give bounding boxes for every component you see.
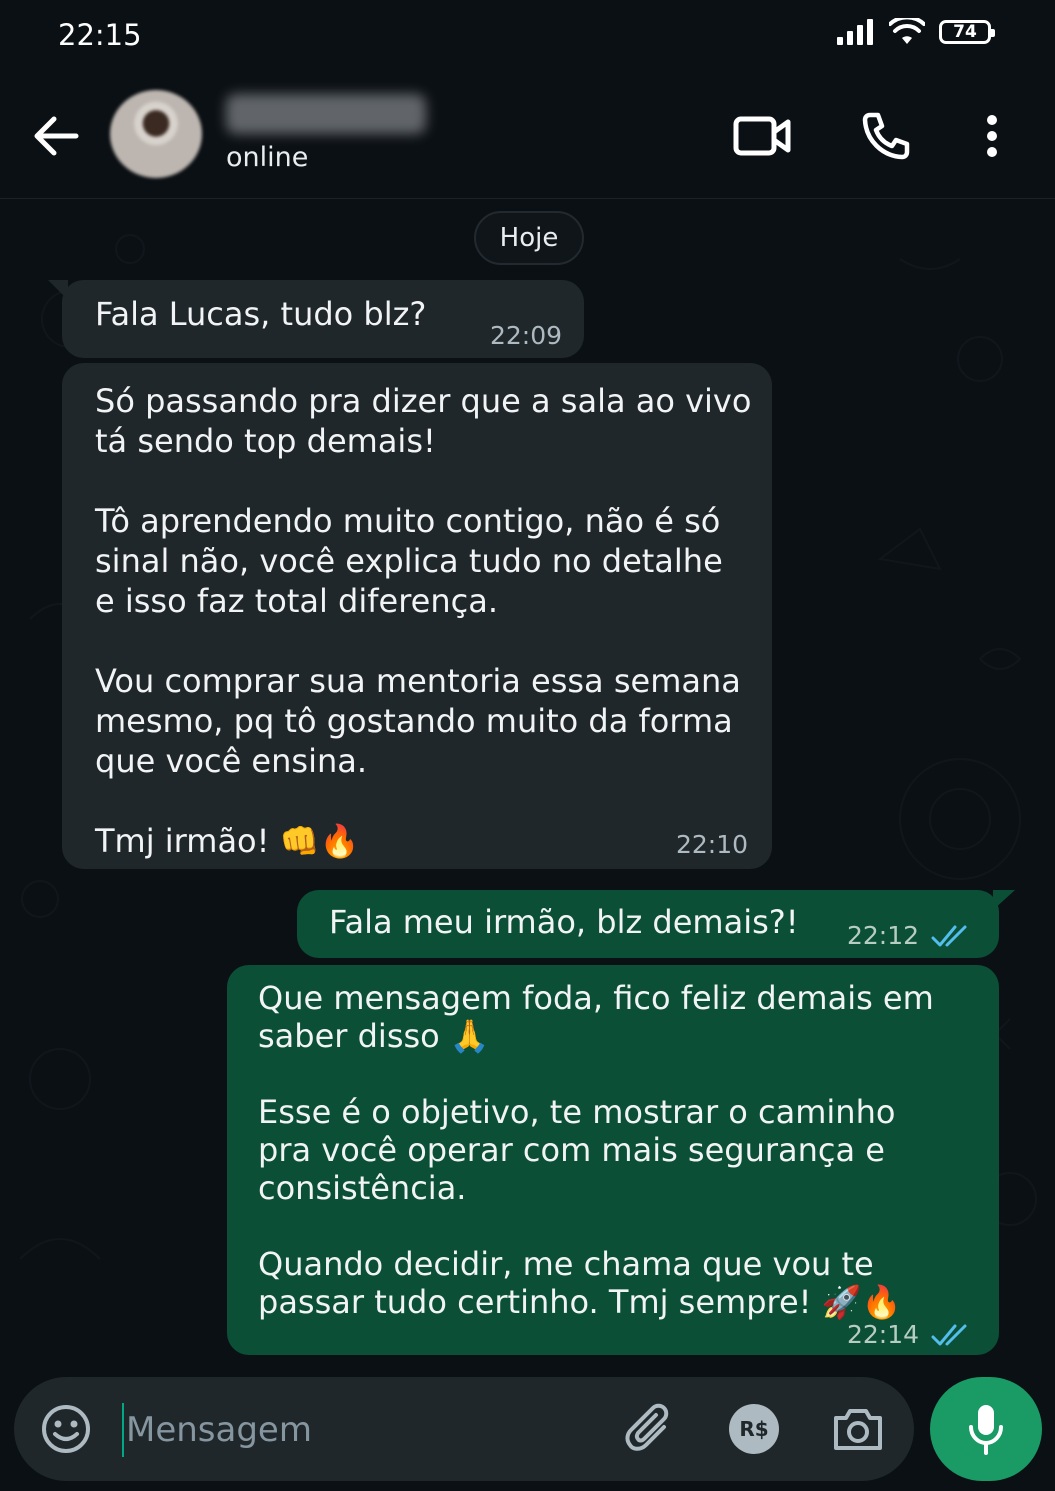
status-icons: 74 xyxy=(837,18,995,46)
message-bubble-incoming[interactable]: Só passando pra dizer que a sala ao vivo… xyxy=(62,363,772,869)
chat-header: online xyxy=(0,72,1055,199)
message-time: 22:09 xyxy=(489,321,562,350)
more-options-button[interactable] xyxy=(962,106,1022,166)
video-call-icon xyxy=(733,116,791,156)
bubble-tail xyxy=(48,280,68,300)
payment-label: R$ xyxy=(739,1417,769,1441)
message-bubble-outgoing[interactable]: Fala meu irmão, blz demais?! 22:12 xyxy=(297,890,1015,958)
message-meta: 22:14 xyxy=(847,1315,971,1355)
status-bar: 22:15 74 xyxy=(0,0,1055,72)
message-time: 22:12 xyxy=(846,921,919,950)
message-text: Fala meu irmão, blz demais?! xyxy=(329,903,799,941)
emoji-icon xyxy=(42,1405,90,1453)
message-meta: 22:09 xyxy=(490,316,562,356)
mic-icon xyxy=(969,1405,1003,1455)
double-check-icon xyxy=(931,925,967,947)
message-text: Que mensagem foda, fico feliz demais em … xyxy=(258,979,934,1321)
bubble-tail xyxy=(993,890,1015,910)
message-composer: R$ xyxy=(0,1367,1055,1491)
emoji-button[interactable] xyxy=(40,1403,92,1455)
attach-icon xyxy=(625,1403,669,1451)
double-check-icon xyxy=(931,1324,967,1346)
payment-icon: R$ xyxy=(729,1404,779,1454)
message-bubble-incoming[interactable]: Fala Lucas, tudo blz? 22:09 xyxy=(48,280,584,358)
date-divider: Hoje xyxy=(474,211,584,265)
status-time: 22:15 xyxy=(58,18,142,52)
payment-button[interactable]: R$ xyxy=(726,1403,782,1455)
camera-button[interactable] xyxy=(830,1403,886,1455)
voice-record-button[interactable] xyxy=(930,1377,1042,1481)
back-arrow-icon xyxy=(34,116,79,156)
back-button[interactable] xyxy=(30,110,82,162)
video-call-button[interactable] xyxy=(732,106,792,166)
chat-area[interactable]: Hoje Fala Lucas, tudo blz? 22:09 Só pass… xyxy=(0,199,1055,1367)
message-input[interactable] xyxy=(122,1403,608,1457)
message-text: Fala Lucas, tudo blz? xyxy=(95,295,427,333)
contact-status: online xyxy=(226,142,309,173)
attach-button[interactable] xyxy=(622,1403,678,1455)
signal-icon xyxy=(837,19,873,45)
contact-name-blurred[interactable] xyxy=(226,94,426,134)
message-bubble-outgoing[interactable]: Que mensagem foda, fico feliz demais em … xyxy=(227,965,999,1355)
message-meta: 22:12 xyxy=(847,916,971,956)
message-time: 22:10 xyxy=(675,830,748,859)
voice-call-button[interactable] xyxy=(856,106,916,166)
message-text: Só passando pra dizer que a sala ao vivo… xyxy=(95,382,752,860)
battery-icon: 74 xyxy=(939,20,995,44)
more-options-icon xyxy=(987,115,997,157)
phone-icon xyxy=(862,112,910,160)
camera-icon xyxy=(834,1409,882,1450)
composer-field: R$ xyxy=(14,1377,914,1481)
wifi-icon xyxy=(889,18,925,44)
message-meta: 22:10 xyxy=(676,825,748,865)
avatar[interactable] xyxy=(110,90,202,178)
message-time: 22:14 xyxy=(846,1320,919,1349)
